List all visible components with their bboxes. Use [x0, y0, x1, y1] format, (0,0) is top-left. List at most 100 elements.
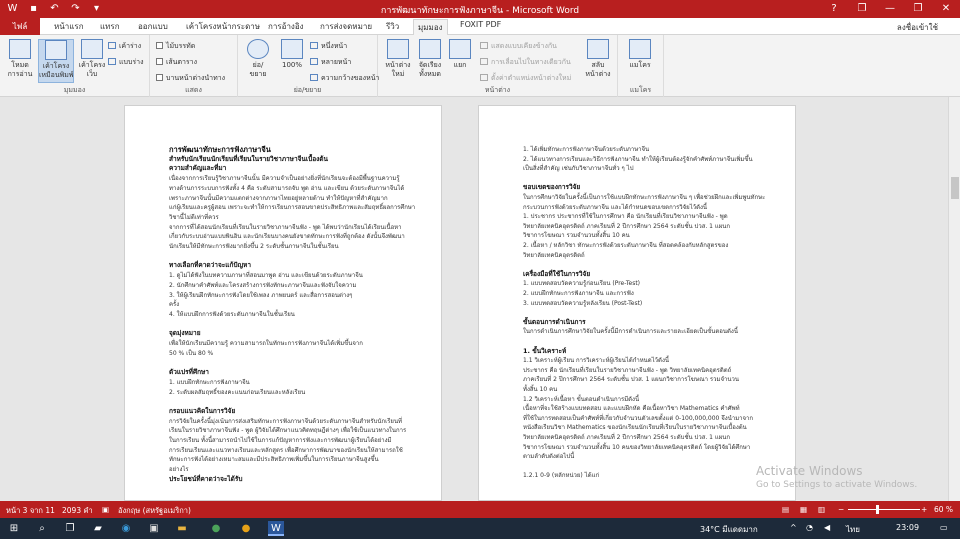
scroll-thumb[interactable]	[951, 177, 959, 199]
network-icon[interactable]: ◔	[806, 523, 813, 532]
document-text-line: 1. แบบฝึกทักษะการฟังภาษาจีน	[169, 378, 250, 386]
clock[interactable]: 23:09	[896, 523, 919, 532]
new-window-icon	[387, 39, 409, 59]
tab-review[interactable]: รีวิว	[386, 20, 399, 33]
restore-button[interactable]: ❐	[904, 0, 932, 18]
chrome-icon[interactable]: ●	[208, 521, 224, 536]
document-heading: ขอบเขตของการวิจัย	[523, 183, 581, 192]
document-page-3[interactable]: การพัฒนาทักษะการฟังภาษาจีน สำหรับนักเรียน…	[124, 105, 442, 501]
gridlines-checkbox[interactable]: เส้นตาราง	[156, 57, 197, 68]
tab-design[interactable]: ออกแบบ	[138, 20, 168, 33]
document-text-line: 4. ให้แบบฝึกการฟังด้วยระดับภาษาจีนในชั้น…	[169, 310, 295, 318]
sign-in-link[interactable]: ลงชื่อเข้าใช้	[897, 21, 938, 34]
document-text-line: 1. ดูไม่ได้ฟังในบทความภาษาที่สอนมาพูด อ่…	[169, 272, 363, 280]
web-layout-button[interactable]: เค้าโครง เว็บ	[74, 39, 110, 79]
one-page-button[interactable]: หนึ่งหน้า	[310, 41, 347, 52]
input-language[interactable]: ไทย	[846, 523, 860, 536]
tab-foxit-pdf[interactable]: FOXIT PDF	[460, 20, 501, 29]
read-mode-icon	[9, 39, 31, 59]
zoom-button[interactable]: ย่อ/ ขยาย	[240, 39, 276, 79]
windows-start-icon[interactable]: ⊞	[6, 521, 22, 536]
proofing-icon[interactable]: ▣	[102, 505, 109, 514]
one-page-icon	[310, 42, 318, 49]
outline-button[interactable]: เค้าร่าง	[108, 41, 141, 52]
document-text-line: ทั้งสิ้น 10 คน	[523, 386, 558, 393]
notification-icon[interactable]: ▭	[940, 523, 948, 532]
draft-icon	[108, 58, 116, 65]
group-views-label: มุมมอง	[63, 86, 86, 94]
document-text-line: วิทยาลัยเทคนิคอุตรดิตถ์ ภาคเรียนที่ 2 ปี…	[523, 222, 731, 230]
group-macros-label: แมโคร	[629, 86, 652, 94]
switch-windows-button[interactable]: สลับ หน้าต่าง	[580, 39, 616, 79]
weather-widget[interactable]: 34°C มีแดดมาก	[700, 523, 758, 536]
chrome-beta-icon[interactable]: ●	[238, 521, 254, 536]
task-view-icon[interactable]: ❐	[62, 521, 78, 536]
ribbon-display-button[interactable]: ❐	[848, 0, 876, 18]
tab-home[interactable]: หน้าแรก	[54, 20, 84, 33]
document-text-line: วิชานี้ไม่ดีเท่าที่ควร	[169, 213, 219, 221]
magnifier-icon	[247, 39, 269, 59]
store-icon[interactable]: ▣	[146, 521, 162, 536]
new-window-button[interactable]: หน้าต่าง ใหม่	[380, 39, 416, 79]
zoom-100-button[interactable]: 100%	[274, 39, 310, 70]
draft-button[interactable]: แบบร่าง	[108, 57, 144, 68]
document-text-line: ภาคเรียนที่ 2 ปีการศึกษา 2564 ระดับชั้น …	[523, 376, 739, 384]
document-text-line: ประชากร คือ นักเรียนที่เรียนในรายวิชาภาษ…	[523, 366, 732, 374]
zoom-in-icon[interactable]: +	[921, 505, 927, 514]
read-mode-button[interactable]: โหมด การอ่าน	[2, 39, 38, 79]
split-button[interactable]: แยก	[442, 39, 478, 70]
tab-layout[interactable]: เค้าโครงหน้ากระดาษ	[186, 20, 260, 33]
web-layout-view-icon[interactable]: ▥	[818, 505, 825, 514]
document-text-line: ในการศึกษาวิจัยในครั้งนี้เป็นการใช้แบบฝึ…	[523, 194, 766, 201]
multiple-pages-button[interactable]: หลายหน้า	[310, 57, 351, 68]
tab-view[interactable]: มุมมอง	[413, 19, 448, 35]
tab-file[interactable]: ไฟล์	[0, 18, 40, 35]
close-button[interactable]: ✕	[932, 0, 960, 18]
volume-icon[interactable]: ◀	[824, 523, 830, 532]
help-button[interactable]: ?	[820, 0, 848, 18]
group-macros: แมโคร แมโคร	[618, 35, 664, 97]
tab-insert[interactable]: แทรก	[100, 20, 120, 33]
multiple-pages-icon	[310, 58, 318, 65]
zoom-level[interactable]: 60 %	[934, 505, 953, 514]
language-status[interactable]: อังกฤษ (สหรัฐอเมริกา)	[118, 505, 191, 517]
word-count[interactable]: 2093 คำ	[62, 505, 93, 517]
ruler-checkbox[interactable]: ไม้บรรทัด	[156, 41, 195, 52]
zoom-slider[interactable]	[848, 509, 920, 510]
page-count[interactable]: หน้า 3 จาก 11	[6, 505, 55, 517]
document-text-line: 50 % เป็น 80 %	[169, 349, 214, 357]
document-text-line: กระบวนการฟังด้วยระดับภาษาจีน และได้กำหนด…	[523, 203, 708, 211]
group-window: หน้าต่าง ใหม่ จัดเรียง ทั้งหมด แยก แสดงแ…	[378, 35, 618, 97]
folder-icon[interactable]: ▬	[174, 521, 190, 536]
sync-scrolling-button[interactable]: การเลื่อนไปในทางเดียวกัน	[480, 57, 571, 68]
zoom-out-icon[interactable]: −	[838, 505, 844, 514]
view-side-by-side-button[interactable]: แสดงแบบเคียงข้างกัน	[480, 41, 557, 52]
tab-mailings[interactable]: การส่งจดหมาย	[320, 20, 372, 33]
macros-button[interactable]: แมโคร	[622, 39, 658, 70]
search-icon[interactable]: ⌕	[34, 521, 50, 536]
zoom-100-icon	[281, 39, 303, 59]
minimize-button[interactable]: —	[876, 0, 904, 18]
word-taskbar-icon[interactable]: W	[268, 521, 284, 536]
ribbon: โหมด การอ่าน เค้าโครง เหมือนพิมพ์ เค้าโค…	[0, 35, 960, 97]
zoom-slider-thumb[interactable]	[876, 505, 879, 514]
print-layout-view-icon[interactable]: ▦	[800, 505, 807, 514]
print-layout-button[interactable]: เค้าโครง เหมือนพิมพ์	[38, 39, 74, 83]
reset-window-position-button[interactable]: ตั้งค่าตำแหน่งหน้าต่างใหม่	[480, 73, 571, 84]
tab-references[interactable]: การอ้างอิง	[268, 20, 304, 33]
read-mode-view-icon[interactable]: ▤	[782, 505, 789, 514]
document-page-4[interactable]: 1. ได้เพิ่มทักษะการฟังภาษาจีนด้วยระดับภา…	[478, 105, 796, 501]
tray-chevron-icon[interactable]: ^	[790, 523, 797, 532]
title-bar: W ▪ ↶ ↷ ▾ การพัฒนาทักษะการฟังภาษาจีน - M…	[0, 0, 960, 18]
navigation-pane-checkbox[interactable]: บานหน้าต่างนำทาง	[156, 73, 225, 84]
edge-icon[interactable]: ◉	[118, 521, 134, 536]
document-text-line: เพราะภาษาจีนนั้นมีความแตกต่างจากภาษาไทยอ…	[169, 194, 388, 202]
vertical-scrollbar[interactable]	[948, 97, 960, 501]
document-area[interactable]: การพัฒนาทักษะการฟังภาษาจีน สำหรับนักเรียน…	[0, 97, 960, 501]
print-layout-icon	[45, 40, 67, 60]
document-heading: 1. ขั้นวิเคราะห์	[523, 346, 567, 355]
file-explorer-icon[interactable]: ▰	[90, 521, 106, 536]
document-text-line: เพื่อให้นักเรียนมีความรู้ ความสามารถในทั…	[169, 340, 363, 347]
page-width-button[interactable]: ความกว้างของหน้า	[310, 73, 379, 84]
document-text-line: 1. แบบทดสอบวัดความรู้ก่อนเรียน (Pre-Test…	[523, 280, 641, 288]
